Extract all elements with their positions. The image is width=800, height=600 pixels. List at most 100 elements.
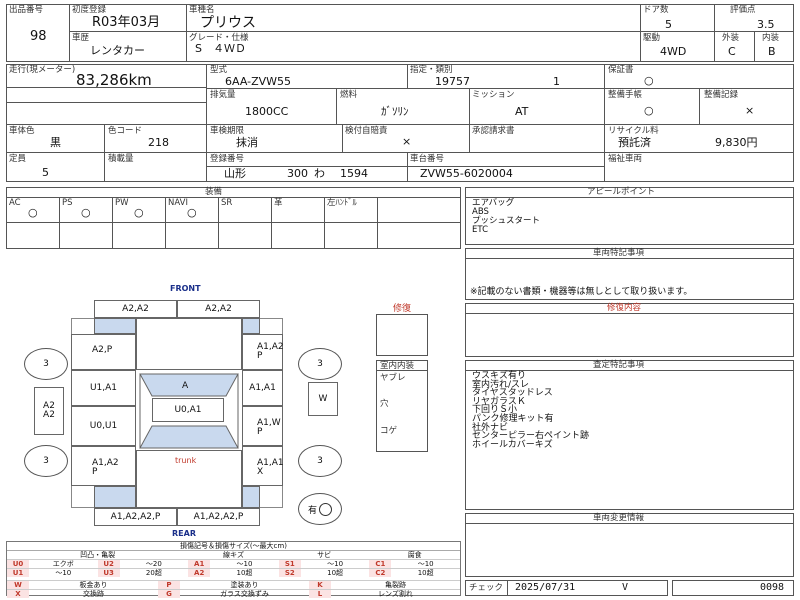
front-label: FRONT: [170, 284, 201, 293]
tire-rear-left[interactable]: 3: [24, 445, 68, 477]
plate-label: 登録番号: [210, 154, 245, 164]
legend-text: エクボ: [52, 560, 74, 568]
legend-groups: 凹凸・亀裂 線キズ サビ 腐食: [7, 550, 460, 559]
damage-legend: 損傷記号＆損傷サイズ(～最大cm) 凹凸・亀裂 線キズ サビ 腐食 U0 エクボ U2 ～2…: [6, 541, 461, 598]
color-code-value: 218: [148, 136, 169, 149]
liability-label: 検付自賠責: [345, 126, 388, 136]
legend-code: C2: [369, 569, 392, 577]
left-front-door[interactable]: U1,A1: [71, 370, 136, 406]
tire-front-right[interactable]: 3: [298, 348, 342, 380]
legend-code: W: [7, 581, 29, 589]
legend-row: U1 ～10 U3 20超 A2 10超 S2 10超 C2 10超: [7, 568, 460, 577]
equipment-value: ○: [134, 206, 144, 219]
classification-value: 1: [553, 75, 560, 88]
plate-kana: わ: [314, 167, 325, 180]
front-bumper-left[interactable]: A2,A2: [94, 300, 177, 318]
drive-label: 駆動: [643, 33, 661, 43]
inspection-value: 抹消: [236, 136, 258, 149]
mileage-label: 走行(現メーター): [9, 65, 76, 75]
spare-tire-icon: [319, 502, 332, 516]
equipment-header: AC: [9, 198, 21, 208]
legend-code: U3: [97, 569, 120, 577]
tire-rear-right[interactable]: 3: [298, 445, 342, 477]
legend-row: X 交換跡 G ガラス交換ずみ L レンズ割れ: [7, 589, 460, 598]
right-fender[interactable]: A1,A2 P: [242, 334, 284, 370]
fuel-label: 燃料: [340, 90, 358, 100]
appeal-title: アピールポイント: [587, 187, 656, 197]
score-label: 評価点: [730, 5, 756, 15]
rear-bumper-left[interactable]: A1,A2,A2,P: [94, 508, 177, 526]
inspection-label: 車検期限: [210, 126, 245, 136]
repair-box[interactable]: [376, 314, 428, 356]
right-side-mark[interactable]: W: [308, 382, 338, 416]
legend-code: U2: [97, 560, 120, 568]
legend-code: P: [158, 581, 180, 589]
recycle-status: 預託済: [618, 136, 651, 149]
interior-label: 内装: [762, 33, 780, 43]
equipment-value: ○: [187, 206, 197, 219]
legend-group: 腐食: [407, 551, 422, 559]
load-label: 積載量: [108, 154, 134, 164]
equipment-header: NAVI: [168, 198, 188, 208]
roof-panel[interactable]: U0,A1: [152, 398, 224, 422]
left-side-mark[interactable]: A2 A2: [34, 387, 64, 435]
right-rear-door[interactable]: A1,W P: [242, 406, 283, 446]
legend-text: 20超: [145, 569, 162, 577]
mileage-value: 83,286km: [76, 71, 152, 89]
spare-tire[interactable]: 有: [298, 493, 342, 525]
manual-value: ○: [644, 104, 654, 117]
left-quarter[interactable]: A1,A2 P: [71, 446, 136, 486]
rear-right-corner: [242, 486, 260, 508]
claim-label: 承認請求書: [472, 126, 515, 136]
legend-group: 線キズ: [223, 551, 244, 559]
type-value: 6AA-ZVW55: [225, 75, 292, 88]
plate-region: 山形: [224, 167, 246, 180]
legend-code: U0: [7, 560, 29, 568]
front-bumper-right[interactable]: A2,A2: [177, 300, 260, 318]
legend-text: ガラス交換ずみ: [220, 590, 269, 598]
legend-group: サビ: [317, 551, 332, 559]
record-value: ×: [745, 104, 755, 117]
legend-text: ～20: [145, 560, 162, 568]
equipment-header: PS: [62, 198, 73, 208]
legend-group: 凹凸・亀裂: [80, 551, 116, 559]
lot-label: 出品番号: [9, 5, 44, 15]
lot-number: 98: [30, 29, 47, 44]
legend-text: ～10: [55, 569, 72, 577]
left-fender[interactable]: A2,P: [71, 334, 136, 370]
legend-code: A1: [188, 560, 211, 568]
equipment-title: 装備: [205, 187, 223, 197]
legend-title: 損傷記号＆損傷サイズ(～最大cm): [180, 542, 287, 550]
equipment-header: 革: [274, 198, 283, 208]
right-front-door[interactable]: A1,A1: [242, 370, 283, 406]
interior-tear: ヤブレ: [380, 373, 406, 383]
fuel-value: ｶﾞｿﾘﾝ: [381, 105, 409, 118]
designation-value: 19757: [435, 75, 470, 88]
hood-panel[interactable]: [136, 318, 242, 370]
designation-label: 指定・類別: [410, 65, 453, 75]
legend-text: ～10: [417, 560, 434, 568]
legend-code: G: [158, 590, 180, 598]
first-registration: R03年03月: [92, 15, 161, 30]
welfare-label: 福祉車両: [608, 154, 643, 164]
recycle-fee: 9,830円: [715, 136, 758, 149]
right-quarter[interactable]: A1,A1 X: [242, 446, 284, 486]
equipment-value: ○: [81, 206, 91, 219]
legend-text: レンズ割れ: [378, 590, 413, 598]
type-label: 型式: [210, 65, 228, 75]
equipment-header: 左ﾊﾝﾄﾞﾙ: [327, 198, 357, 208]
legend-code: A2: [188, 569, 211, 577]
legend-rows: U0 エクボ U2 ～20 A1 ～10 S1 ～10 C1 ～10 U1 ～10 U3 20超 A2 10超…: [7, 559, 460, 577]
trunk-label: trunk: [175, 456, 197, 465]
legend-row: U0 エクボ U2 ～20 A1 ～10 S1 ～10 C1 ～10: [7, 559, 460, 568]
legend-text: 塗装あり: [230, 581, 259, 589]
model-label: 車種名: [189, 5, 215, 15]
rear-bumper-right[interactable]: A1,A2,A2,P: [177, 508, 260, 526]
legend-code: C1: [369, 560, 392, 568]
legend-code: U1: [7, 569, 29, 577]
legend-code: S1: [278, 560, 301, 568]
tire-front-left[interactable]: 3: [24, 348, 68, 380]
check-label: チェック: [469, 583, 504, 593]
rear-left-corner: [94, 486, 136, 508]
left-rear-door[interactable]: U0,U1: [71, 406, 136, 446]
